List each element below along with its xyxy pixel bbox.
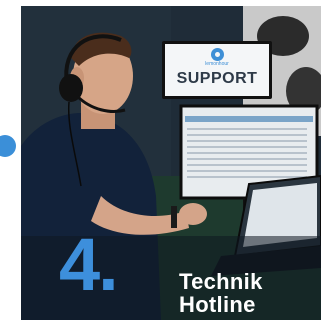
step-number: 4. [59,223,119,306]
sign-brand: lemonhour [205,61,229,67]
drop-logo-icon [210,48,224,61]
accent-dot [0,135,16,157]
headline: Technik Hotline [179,270,263,316]
sign-label: SUPPORT [176,70,258,87]
support-sign: lemonhour SUPPORT [162,41,272,99]
headline-line-1: Technik [179,269,263,294]
headline-line-2: Hotline [179,292,256,317]
support-photo: lemonhour SUPPORT 4. Technik Hotline [21,6,321,320]
